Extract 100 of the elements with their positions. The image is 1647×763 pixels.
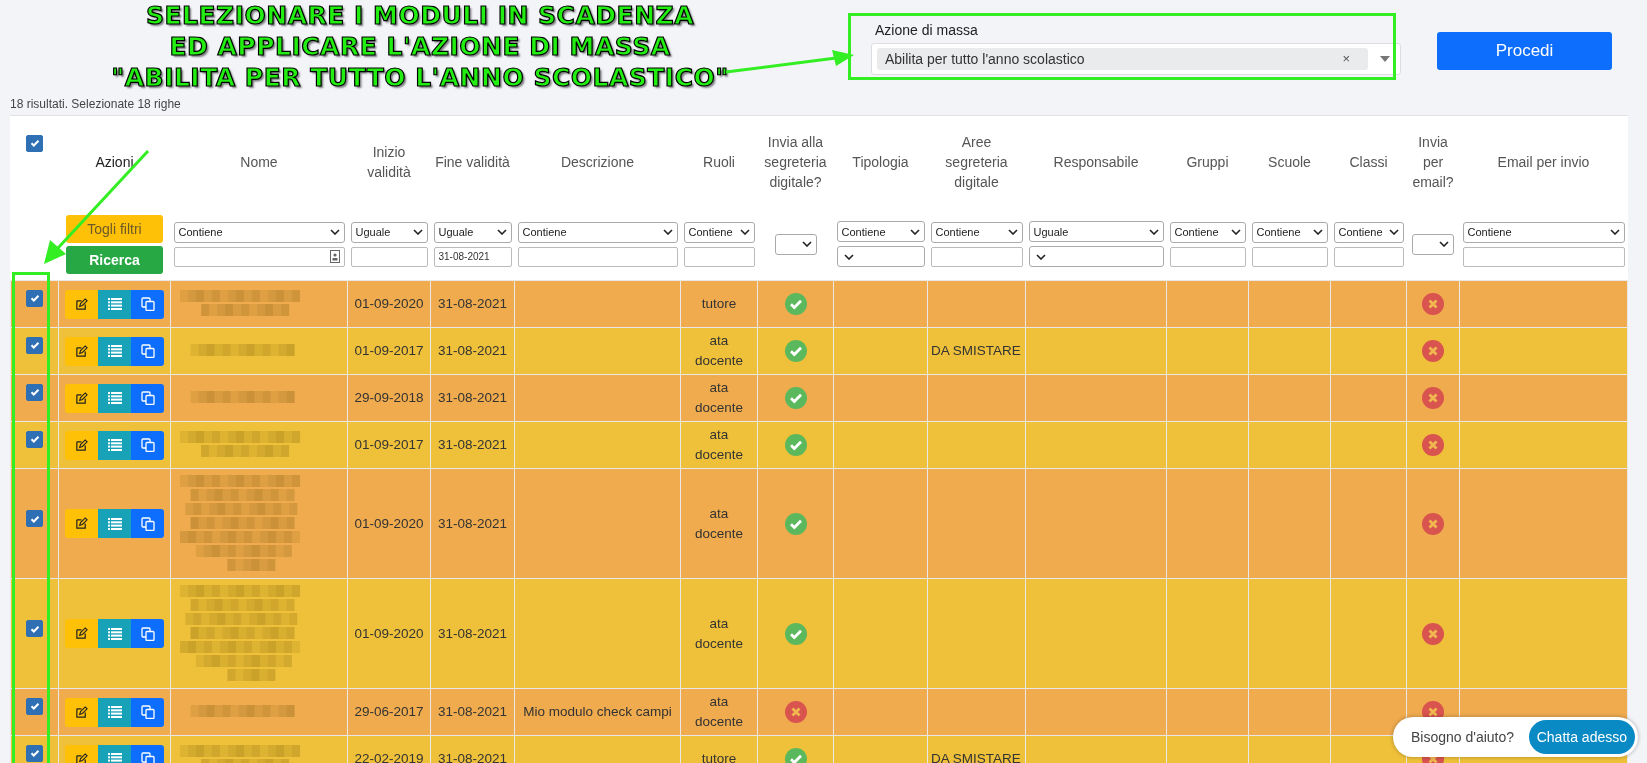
chat-button[interactable]: Chatta adesso [1528, 720, 1635, 754]
table-cell: 31-08-2021 [437, 515, 508, 531]
list-icon [107, 345, 122, 357]
copy-button[interactable] [131, 289, 164, 319]
table-cell: DA SMISTARE [931, 751, 1021, 763]
edit-button[interactable] [65, 289, 98, 319]
edit-button[interactable] [65, 509, 98, 538]
proceed-button[interactable]: Procedi [1437, 32, 1612, 70]
contact-card-icon [329, 250, 340, 263]
filter-select[interactable]: Contiene [930, 221, 1023, 243]
filter-select[interactable] [836, 246, 925, 267]
row-checkbox[interactable] [26, 289, 43, 307]
filter-select[interactable]: Contiene [1169, 221, 1246, 243]
row-checkbox[interactable] [26, 697, 43, 715]
edit-button[interactable] [65, 430, 98, 460]
edit-button[interactable] [65, 619, 98, 648]
column-header: Responsabile [1053, 154, 1139, 170]
filter-select[interactable]: Contiene [173, 221, 345, 243]
clear-filters-button[interactable]: Togli filtri [66, 214, 163, 243]
row-checkbox[interactable] [26, 383, 43, 401]
copy-button[interactable] [131, 509, 164, 538]
filter-select[interactable]: Contiene [517, 221, 678, 243]
row-checkbox[interactable] [26, 336, 43, 354]
copy-button[interactable] [131, 619, 164, 648]
filter-select[interactable]: Contiene [1462, 221, 1625, 243]
chevron-down-icon [662, 229, 673, 235]
copy-icon [140, 344, 155, 358]
row-checkbox[interactable] [26, 620, 43, 638]
list-button[interactable] [98, 509, 131, 538]
copy-button[interactable] [131, 383, 164, 413]
filter-select[interactable] [1412, 233, 1454, 255]
filter-input[interactable]: 31-08-2021 [433, 246, 512, 267]
chevron-down-icon [1035, 253, 1046, 260]
filter-input[interactable] [350, 246, 428, 267]
table-cell: tutore [701, 296, 737, 311]
list-icon [107, 517, 122, 530]
list-icon [107, 706, 122, 718]
chevron-down-icon [909, 228, 920, 235]
filter-select[interactable]: Contiene [1251, 221, 1328, 243]
chevron-down-icon [1312, 229, 1323, 235]
copy-button[interactable] [131, 430, 164, 460]
column-header: Azioni [95, 154, 134, 170]
checkmark-icon [28, 339, 41, 352]
list-button[interactable] [98, 619, 131, 648]
filter-input[interactable] [1169, 246, 1246, 267]
table-cell: ata docente [694, 615, 743, 651]
filter-select[interactable]: Uguale [350, 221, 428, 243]
filter-select[interactable]: Contiene [1333, 221, 1404, 243]
filter-input[interactable] [173, 246, 345, 267]
column-header: Invia alla segreteria digitale? [764, 134, 827, 190]
table-cell: 22-02-2019 [354, 751, 424, 763]
copy-icon [140, 626, 155, 641]
copy-button[interactable] [131, 336, 164, 366]
edit-icon [75, 297, 88, 311]
filter-select[interactable]: Uguale [1028, 221, 1164, 242]
copy-icon [140, 752, 155, 763]
edit-icon [75, 438, 88, 452]
chevron-down-icon [1148, 228, 1159, 235]
edit-button[interactable] [65, 336, 98, 366]
column-header: Ruoli [703, 154, 735, 170]
copy-button[interactable] [131, 697, 164, 727]
filter-input[interactable] [1462, 246, 1625, 267]
copy-icon [140, 705, 155, 719]
table-cell: 31-08-2021 [437, 751, 508, 763]
row-checkbox[interactable] [26, 510, 43, 528]
list-button[interactable] [98, 336, 131, 366]
filter-select[interactable] [774, 233, 817, 255]
list-button[interactable] [98, 289, 131, 319]
mass-action-select[interactable]: Abilita per tutto l'anno scolastico × [871, 42, 1401, 75]
list-button[interactable] [98, 430, 131, 460]
filter-input[interactable] [517, 246, 678, 267]
edit-icon [75, 705, 88, 719]
row-checkbox[interactable] [26, 430, 43, 448]
filter-select[interactable]: Contiene [836, 221, 925, 242]
table-cell: 01-09-2020 [354, 515, 424, 531]
edit-button[interactable] [65, 383, 98, 413]
table-cell: Mio modulo check campi [523, 704, 672, 719]
chevron-down-icon [843, 253, 854, 260]
filter-input[interactable] [1251, 246, 1328, 267]
edit-button[interactable] [65, 697, 98, 727]
filter-input[interactable] [930, 246, 1023, 267]
table-cell: 01-09-2017 [354, 343, 424, 358]
table-cell: ata docente [694, 333, 743, 368]
annotation-text: SELEZIONARE I MODULI IN SCADENZA [145, 0, 695, 31]
column-header: Inizio validità [367, 144, 411, 180]
select-all-checkbox[interactable] [26, 134, 43, 152]
list-button[interactable] [98, 697, 131, 727]
filter-select[interactable]: Contiene [683, 221, 755, 243]
clear-button[interactable]: × [1342, 51, 1350, 66]
list-button[interactable] [98, 383, 131, 413]
edit-icon [75, 344, 88, 358]
row-checkbox[interactable] [26, 744, 43, 762]
filter-input[interactable] [1333, 246, 1404, 267]
filter-select[interactable] [1028, 246, 1164, 267]
filter-select[interactable]: Uguale [433, 221, 512, 243]
chevron-down-icon [329, 229, 340, 235]
table-cell: ata docente [694, 505, 743, 541]
table-cell: 31-08-2021 [437, 296, 508, 311]
filter-input[interactable] [683, 246, 755, 267]
copy-icon [140, 297, 155, 311]
